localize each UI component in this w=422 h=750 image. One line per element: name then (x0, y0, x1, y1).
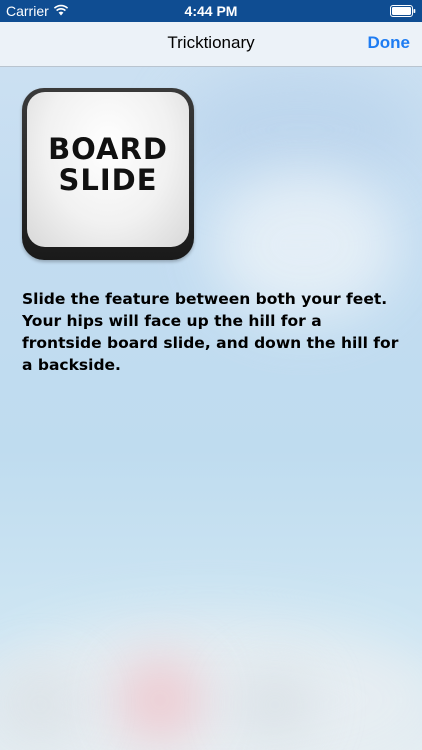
status-time: 4:44 PM (184, 3, 238, 19)
navigation-bar: Tricktionary Done (0, 22, 422, 67)
background-blur (0, 670, 80, 740)
trick-icon-label: BOARD SLIDE (48, 131, 168, 197)
trick-icon-tile: BOARD SLIDE (22, 88, 194, 260)
app-screen: Carrier 4:44 PM Tricktionary Done BOARD … (0, 0, 422, 750)
background-blur (240, 670, 310, 740)
background-blur (120, 660, 200, 740)
trick-icon-face: BOARD SLIDE (27, 92, 189, 247)
done-button[interactable]: Done (368, 33, 411, 53)
battery-icon (390, 5, 416, 17)
trick-description: Slide the feature between both your feet… (22, 290, 399, 374)
status-bar: Carrier 4:44 PM (0, 0, 422, 22)
nav-title: Tricktionary (167, 33, 255, 52)
